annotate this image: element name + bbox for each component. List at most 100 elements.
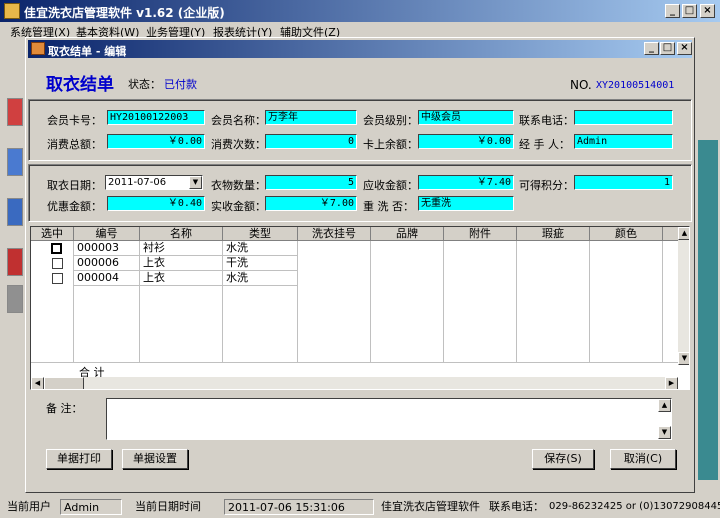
- row-name: 上衣: [140, 271, 223, 286]
- member-info-group: 会员卡号： HY20100122003 会员名称： 万李年 会员级别： 中级会员…: [28, 99, 692, 161]
- order-info-group: 取衣日期： 2011-07-06 ▼ 衣物数量： 5 应收金额： ￥7.40 可…: [28, 164, 692, 222]
- grid-header: 选中 编号 名称 类型 洗衣挂号 品牌 附件 瑕疵 颜色: [31, 227, 678, 241]
- cancel-button[interactable]: 取消(C): [610, 449, 676, 469]
- amount-due-field[interactable]: ￥7.40: [418, 175, 514, 190]
- points-label: 可得积分：: [519, 179, 574, 192]
- form-title: 取衣结单: [46, 75, 114, 95]
- spend-count-field[interactable]: 0: [265, 134, 357, 149]
- status-label: 状态：: [128, 78, 161, 91]
- dialog-minimize-button[interactable]: _: [644, 42, 659, 55]
- status-value: 已付款: [164, 78, 197, 91]
- spend-count-label: 消费次数：: [211, 138, 266, 151]
- col-accessory[interactable]: 附件: [444, 227, 517, 241]
- scroll-left-icon[interactable]: ◀: [31, 377, 44, 389]
- minimize-button[interactable]: _: [665, 4, 680, 18]
- col-tag[interactable]: 洗衣挂号: [298, 227, 371, 241]
- scroll-thumb[interactable]: [44, 377, 84, 389]
- col-name[interactable]: 名称: [140, 227, 223, 241]
- scroll-down-icon[interactable]: ▼: [678, 352, 689, 365]
- datetime-label: 当前日期时间: [135, 500, 201, 513]
- row-checkbox[interactable]: [51, 243, 62, 254]
- grid-column-line: [589, 241, 590, 362]
- grid-vertical-scrollbar[interactable]: ▲ ▼: [678, 227, 689, 365]
- col-color[interactable]: 颜色: [590, 227, 663, 241]
- pickup-date-label: 取衣日期：: [47, 179, 102, 192]
- phone-field[interactable]: [574, 110, 673, 125]
- row-id: 000003: [74, 241, 140, 256]
- app-logo-icon: [4, 3, 20, 19]
- app-title: 佳宜洗衣店管理软件 v1.62 (企业版): [24, 6, 225, 20]
- card-balance-label: 卡上余额：: [363, 138, 418, 151]
- toolbar-cube-icon[interactable]: [7, 148, 23, 176]
- dialog-close-button[interactable]: ×: [677, 42, 692, 55]
- grid-horizontal-scrollbar[interactable]: ◀ ▶: [31, 377, 678, 389]
- receipt-settings-button[interactable]: 单据设置: [122, 449, 188, 469]
- save-button[interactable]: 保存(S): [532, 449, 594, 469]
- col-defect[interactable]: 瑕疵: [517, 227, 590, 241]
- print-receipt-button[interactable]: 单据打印: [46, 449, 112, 469]
- paid-amount-field[interactable]: ￥7.00: [265, 196, 357, 211]
- remark-scroll-down-icon[interactable]: ▼: [658, 426, 671, 439]
- grid-column-line: [516, 241, 517, 362]
- contact-phone-label: 联系电话：: [489, 500, 544, 513]
- card-label: 会员卡号：: [47, 114, 102, 127]
- grid-column-line: [443, 241, 444, 362]
- col-brand[interactable]: 品牌: [371, 227, 444, 241]
- dialog-icon: [31, 42, 45, 55]
- scroll-up-icon[interactable]: ▲: [678, 227, 689, 240]
- card-number-field[interactable]: HY20100122003: [107, 110, 205, 125]
- row-checkbox[interactable]: [52, 258, 63, 269]
- row-type: 干洗: [223, 256, 298, 271]
- paid-amount-label: 实收金额：: [211, 200, 266, 213]
- row-id: 000006: [74, 256, 140, 271]
- row-id: 000004: [74, 271, 140, 286]
- points-field[interactable]: 1: [574, 175, 673, 190]
- dialog-maximize-button[interactable]: □: [660, 42, 675, 55]
- discount-field[interactable]: ￥0.40: [107, 196, 205, 211]
- pickup-date-picker[interactable]: 2011-07-06 ▼: [105, 175, 203, 190]
- amount-due-label: 应收金额：: [363, 179, 418, 192]
- chevron-down-icon[interactable]: ▼: [189, 176, 202, 189]
- app-name: 佳宜洗衣店管理软件: [381, 500, 480, 513]
- item-count-field[interactable]: 5: [265, 175, 357, 190]
- clothing-items-grid: 选中 编号 名称 类型 洗衣挂号 品牌 附件 瑕疵 颜色 000003 衬衫 水…: [30, 226, 690, 390]
- item-count-label: 衣物数量：: [211, 179, 266, 192]
- operator-field[interactable]: Admin: [574, 134, 673, 149]
- col-type[interactable]: 类型: [223, 227, 298, 241]
- toolbar-gear-icon[interactable]: [7, 285, 23, 313]
- order-number-value: XY20100514001: [596, 80, 675, 91]
- dialog-title: 取衣结单 - 编辑: [48, 45, 127, 58]
- row-name: 上衣: [140, 256, 223, 271]
- scroll-right-icon[interactable]: ▶: [665, 377, 678, 389]
- grid-column-line: [370, 241, 371, 362]
- app-window: 佳宜洗衣店管理软件 v1.62 (企业版) _ □ × 系统管理(X) 基本资料…: [0, 0, 720, 518]
- background-panel: [698, 140, 718, 480]
- member-level-label: 会员级别：: [363, 114, 418, 127]
- col-id[interactable]: 编号: [74, 227, 140, 241]
- toolbar-bucket-icon[interactable]: [7, 248, 23, 276]
- col-select[interactable]: 选中: [31, 227, 74, 241]
- current-user-value: Admin: [60, 499, 122, 515]
- toolbar-red-icon[interactable]: [7, 98, 23, 126]
- remark-textarea[interactable]: ▲ ▼: [106, 398, 672, 440]
- grid-column-line: [662, 241, 663, 362]
- row-checkbox[interactable]: [52, 273, 63, 284]
- total-spent-label: 消费总额：: [47, 138, 102, 151]
- grid-total-row: 合 计: [31, 362, 678, 379]
- card-balance-field[interactable]: ￥0.00: [418, 134, 514, 149]
- member-name-label: 会员名称：: [211, 114, 266, 127]
- settlement-dialog: 取衣结单 - 编辑 _ □ × 取衣结单 状态： 已付款 NO. XY20100…: [25, 37, 695, 493]
- maximize-button[interactable]: □: [682, 4, 697, 18]
- total-spent-field[interactable]: ￥0.00: [107, 134, 205, 149]
- rewash-label: 重 洗 否：: [363, 200, 414, 213]
- member-level-field[interactable]: 中级会员: [418, 110, 514, 125]
- col-extra: [663, 227, 678, 241]
- remark-scroll-up-icon[interactable]: ▲: [658, 399, 671, 412]
- toolbar-database-icon[interactable]: [7, 198, 23, 226]
- left-toolbar: [0, 40, 24, 495]
- remark-label: 备 注：: [46, 402, 83, 415]
- close-button[interactable]: ×: [700, 4, 715, 18]
- rewash-field[interactable]: 无重洗: [418, 196, 514, 211]
- row-type: 水洗: [223, 271, 298, 286]
- member-name-field[interactable]: 万李年: [265, 110, 357, 125]
